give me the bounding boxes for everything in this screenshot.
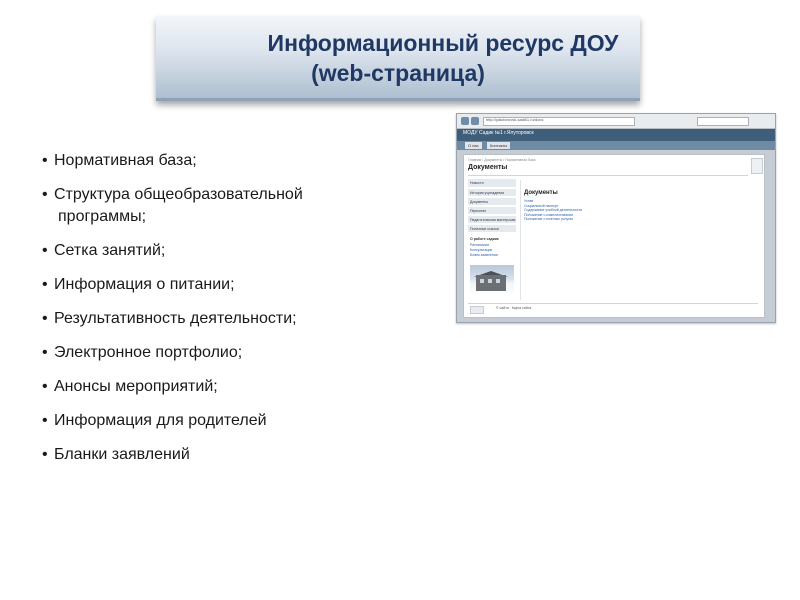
list-item: • Сетка занятий; [42,240,402,262]
bullet-list: • Нормативная база; • Структура общеобразо… [42,150,402,478]
content-link: Содержание учебной деятельности [524,208,583,212]
list-item: • Информация о питании; [42,274,402,296]
list-item: • Нормативная база; [42,150,402,172]
list-item-text: Информация о питании; [54,276,235,293]
column-divider [520,180,521,300]
list-item: • Бланки заявлений [42,444,402,466]
list-item-text: Анонсы мероприятий; [54,378,218,395]
bullet-icon: • [42,186,48,203]
divider [468,175,748,176]
sidebar-item: Новости [468,179,516,187]
bullet-icon: • [42,242,48,259]
list-item-text-continued: программы; [58,208,147,225]
slide-title-line2: (web-страница) [311,60,485,86]
content-link: Устав [524,199,534,203]
sidebar-item: Педагогическая мастерская [468,215,516,223]
list-item: • Структура общеобразовательной программы; [42,184,402,228]
window-shape [480,279,484,283]
list-item: • Результативность деятельности; [42,308,402,330]
footer-text: © сайта · Карта сайта [496,306,532,310]
bullet-icon: • [42,412,48,429]
list-item-text: Бланки заявлений [54,446,190,463]
browser-toolbar: http://yalutorovsk-sadik1.ru/docs [457,114,775,129]
site-title: МОДУ Садик №1 г.Ялуторовск [463,130,534,136]
list-item-text: Нормативная база; [54,152,197,169]
sidebar-item: Персонал [468,206,516,214]
website-screenshot: http://yalutorovsk-sadik1.ru/docs МОДУ С… [456,113,776,323]
sidebar-sub-item: Консультации [470,248,493,252]
list-item: • Электронное портфолио; [42,342,402,364]
forward-icon [471,117,479,125]
back-icon [461,117,469,125]
list-item-text: Сетка занятий; [54,242,166,259]
site-page: Главная / Документы / Нормативная база Д… [463,154,765,318]
list-item-text: Информация для родителей [54,412,267,429]
bullet-icon: • [42,378,48,395]
page-widget [751,158,763,174]
site-header: МОДУ Садик №1 г.Ялуторовск [457,129,775,141]
sidebar-sub-heading: О работе садика [470,237,499,241]
bullet-icon: • [42,344,48,361]
slide-title: Информационный ресурс ДОУ (web-страница) [156,28,640,88]
list-item-text: Результативность деятельности; [54,310,297,327]
content-link: Положение о платных услугах [524,217,574,221]
address-bar: http://yalutorovsk-sadik1.ru/docs [483,117,635,126]
title-banner: Информационный ресурс ДОУ (web-страница) [156,16,640,101]
bullet-icon: • [42,152,48,169]
sidebar-item: История учреждения [468,188,516,196]
sidebar-item: Документы [468,197,516,205]
breadcrumb: Главная / Документы / Нормативная база [468,158,536,162]
sidebar-sub-item: Бланк заявления [470,253,498,257]
site-footer: © сайта · Карта сайта [468,303,758,314]
site-menu: О нас Контакты [457,141,775,150]
browser-search-box [697,117,749,126]
window-shape [488,279,492,283]
bullet-icon: • [42,276,48,293]
content-link: Социальный паспорт [524,203,559,208]
slide-title-line1: Информационный ресурс ДОУ [267,30,619,56]
list-item-text: Электронное портфолио; [54,344,243,361]
sidebar-item: Полезные ссылки [468,224,516,232]
page-heading: Документы [468,164,508,171]
bullet-icon: • [42,446,48,463]
building-photo [470,265,514,295]
content-link: Положение о комплектовании [524,212,573,217]
menu-tab: О нас [465,142,482,149]
house-shape [476,275,506,291]
bullet-icon: • [42,310,48,327]
content-title: Документы [524,190,558,196]
window-shape [496,279,500,283]
list-item-text: Структура общеобразовательной [54,186,303,203]
list-item: • Анонсы мероприятий; [42,376,402,398]
address-text: http://yalutorovsk-sadik1.ru/docs [486,117,544,122]
menu-tab: Контакты [487,142,511,149]
counter-icon [470,306,484,314]
list-item: • Информация для родителей [42,410,402,432]
sidebar-sub-item: Расписание [470,243,490,247]
